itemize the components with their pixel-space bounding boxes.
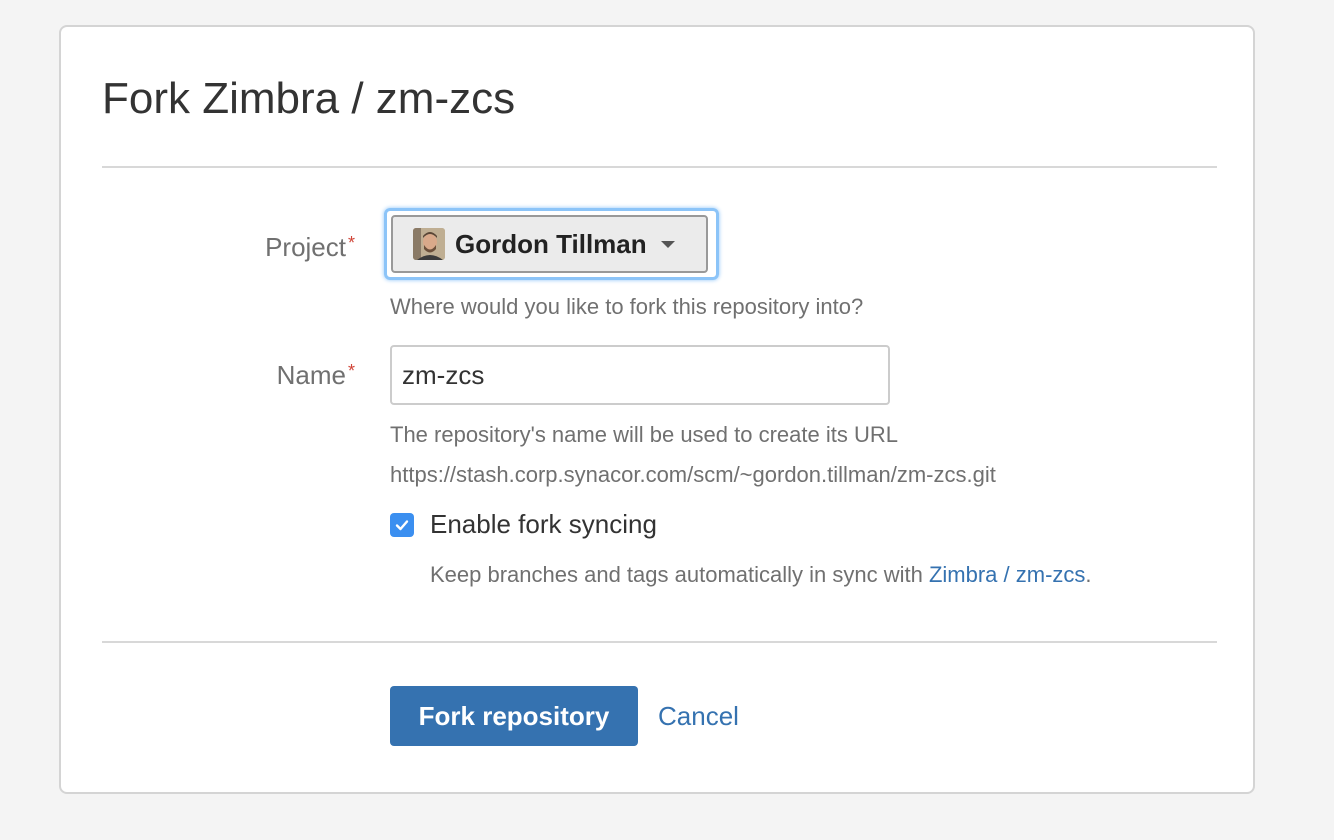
chevron-down-icon <box>660 240 675 248</box>
project-help-text: Where would you like to fork this reposi… <box>390 294 864 319</box>
fork-repository-button[interactable]: Fork repository <box>390 686 638 746</box>
project-select-value: Gordon Tillman <box>455 228 647 259</box>
source-repo-link[interactable]: Zimbra / zm-zcs <box>929 562 1085 587</box>
fork-sync-help-prefix: Keep branches and tags automatically in … <box>430 562 929 587</box>
fork-sync-help-suffix: . <box>1085 562 1092 587</box>
project-select[interactable]: Gordon Tillman <box>391 215 708 273</box>
cancel-button[interactable]: Cancel <box>658 701 739 731</box>
page-title: Fork Zimbra / zm-zcs <box>102 74 516 123</box>
name-label: Name * <box>277 360 355 390</box>
required-marker: * <box>347 233 355 253</box>
fork-dialog: Fork Zimbra / zm-zcs Project * Gordon Til… <box>59 25 1255 794</box>
name-label-text: Name <box>276 360 346 390</box>
checkmark-icon <box>395 520 409 531</box>
project-select-focus-ring: Gordon Tillman <box>384 208 719 280</box>
divider-top <box>102 166 1217 168</box>
name-help-text: The repository's name will be used to cr… <box>390 422 898 447</box>
repository-url-text: https://stash.corp.synacor.com/scm/~gord… <box>390 462 996 487</box>
divider-bottom <box>102 641 1217 643</box>
fork-sync-help: Keep branches and tags automatically in … <box>430 562 1092 588</box>
project-label-text: Project <box>265 232 346 262</box>
fork-sync-checkbox[interactable] <box>390 513 414 537</box>
user-avatar-icon <box>413 228 445 260</box>
name-input[interactable] <box>390 345 890 405</box>
fork-sync-label[interactable]: Enable fork syncing <box>430 509 657 539</box>
required-marker: * <box>347 361 355 381</box>
project-label: Project * <box>265 232 355 262</box>
